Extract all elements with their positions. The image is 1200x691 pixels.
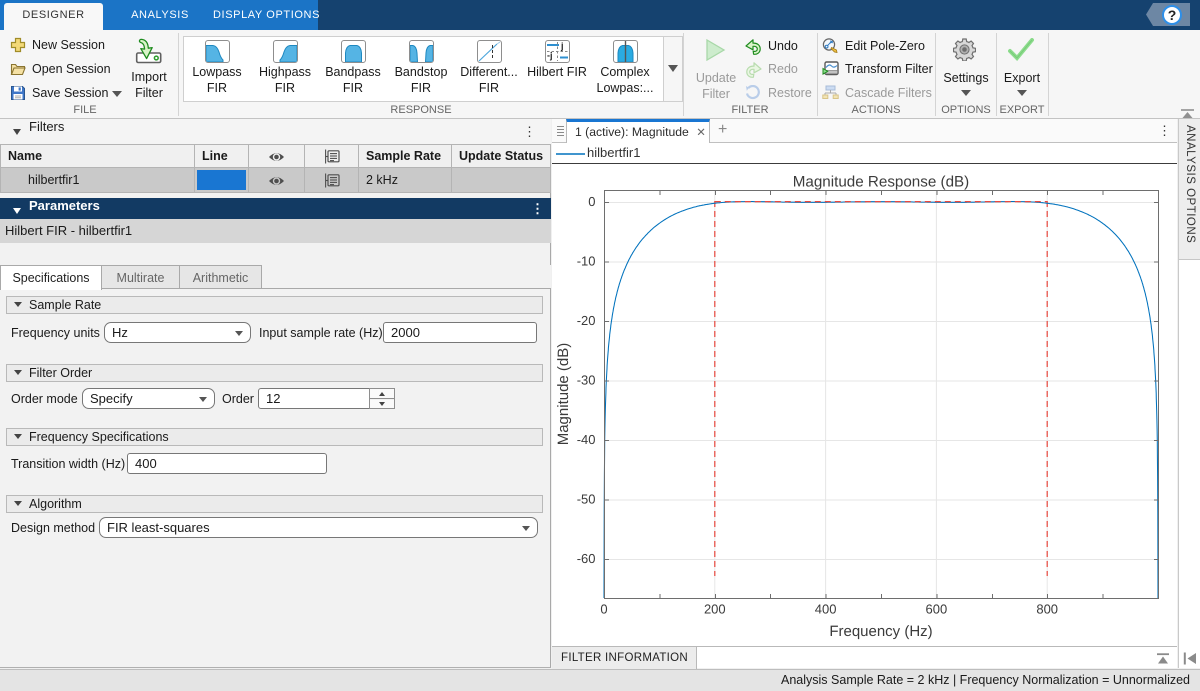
- svg-text:600: 600: [926, 602, 948, 617]
- svg-text:j: j: [560, 41, 564, 51]
- svg-text:Magnitude (dB): Magnitude (dB): [555, 343, 572, 446]
- svg-text:-j: -j: [547, 51, 553, 61]
- svg-text:-30: -30: [577, 373, 596, 388]
- svg-text:200: 200: [704, 602, 726, 617]
- svg-text:800: 800: [1036, 602, 1058, 617]
- svg-text:-60: -60: [577, 551, 596, 566]
- svg-text:400: 400: [815, 602, 837, 617]
- svg-text:Magnitude Response (dB): Magnitude Response (dB): [793, 174, 969, 191]
- svg-text:-50: -50: [577, 492, 596, 507]
- svg-text:-40: -40: [577, 432, 596, 447]
- svg-text:0: 0: [588, 194, 595, 209]
- svg-text:-20: -20: [577, 313, 596, 328]
- svg-text:Frequency (Hz): Frequency (Hz): [829, 623, 932, 640]
- svg-text:0: 0: [600, 602, 607, 617]
- svg-text:-10: -10: [577, 254, 596, 269]
